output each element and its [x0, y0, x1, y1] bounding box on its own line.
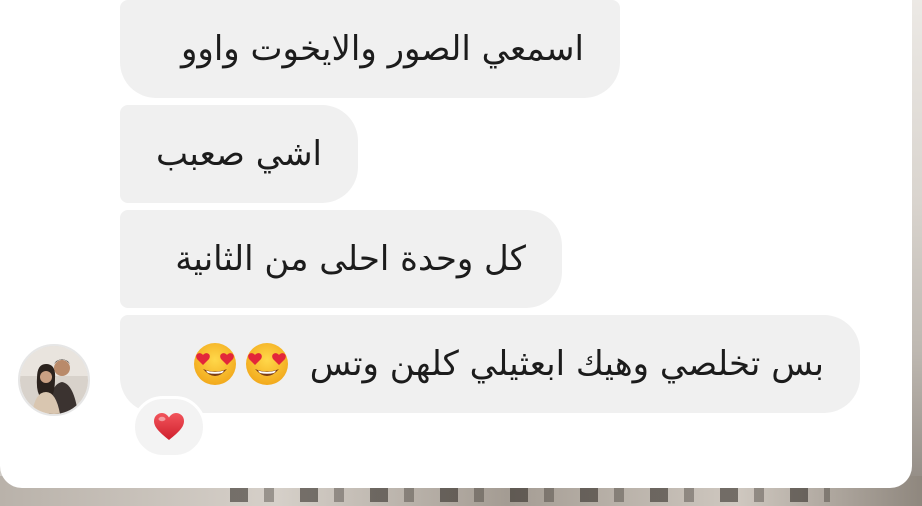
profile-photo-icon	[20, 346, 88, 414]
reaction-badge[interactable]	[132, 396, 206, 458]
message-bubble[interactable]: اسمعي الصور والايخوت واوو	[120, 0, 620, 98]
red-heart-icon	[154, 413, 184, 440]
message-bubble[interactable]: كل وحدة احلى من الثانية	[120, 210, 562, 308]
message-text: اسمعي الصور والايخوت واوو	[181, 29, 584, 69]
emoji-group	[192, 341, 290, 387]
message-text: بس تخلصي وهيك ابعثيلي كلهن وتس	[309, 344, 824, 384]
message-bubble[interactable]: بس تخلصي وهيك ابعثيلي كلهن وتس	[120, 315, 860, 413]
message-text: كل وحدة احلى من الثانية	[175, 239, 526, 279]
chat-thread: اسمعي الصور والايخوت واوو اشي صعبب كل وح…	[0, 0, 912, 488]
message-text: اشي صعبب	[156, 134, 322, 174]
heart-eyes-emoji-icon	[245, 343, 288, 385]
avatar[interactable]	[18, 344, 90, 416]
message-bubble[interactable]: اشي صعبب	[120, 105, 358, 203]
heart-eyes-emoji-icon	[193, 343, 236, 385]
